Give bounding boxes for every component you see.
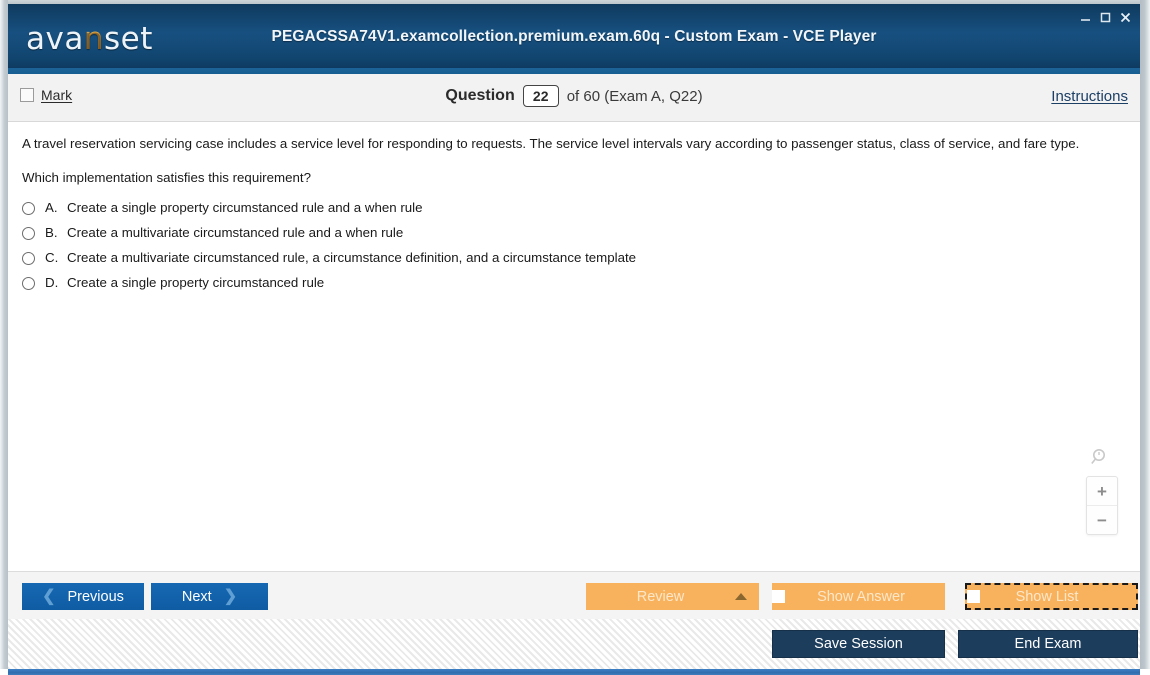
chevron-up-icon bbox=[735, 593, 747, 600]
zoom-in-button[interactable]: + bbox=[1087, 477, 1117, 505]
close-icon[interactable] bbox=[1116, 8, 1134, 26]
review-button-label: Review bbox=[636, 588, 685, 605]
window-frame-bottom bbox=[8, 669, 1140, 675]
vce-player-window: avanset PEGACSSA74V1.examcollection.prem… bbox=[0, 0, 1150, 675]
question-stem: A travel reservation servicing case incl… bbox=[22, 136, 1080, 151]
show-answer-button[interactable]: Show Answer bbox=[772, 583, 945, 610]
title-bar: avanset PEGACSSA74V1.examcollection.prem… bbox=[8, 4, 1140, 68]
review-button[interactable]: Review bbox=[586, 583, 759, 610]
show-list-button[interactable]: Show List bbox=[965, 583, 1138, 610]
answer-option-a[interactable]: A. Create a single property circumstance… bbox=[22, 200, 1114, 215]
question-content-area: A travel reservation servicing case incl… bbox=[8, 122, 1140, 571]
answer-options-list: A. Create a single property circumstance… bbox=[22, 200, 1114, 290]
option-letter-d: D. bbox=[45, 274, 59, 290]
question-header-bar: Mark Question 22 of 60 (Exam A, Q22) Ins… bbox=[8, 74, 1140, 122]
answer-option-d[interactable]: D. Create a single property circumstance… bbox=[22, 275, 1114, 290]
show-list-label: Show List bbox=[1015, 588, 1079, 605]
radio-button-b[interactable] bbox=[22, 226, 35, 240]
window-controls bbox=[1076, 8, 1134, 26]
option-letter-b: B. bbox=[45, 224, 58, 240]
question-number-input[interactable]: 22 bbox=[522, 85, 559, 107]
zoom-controls: + − bbox=[1086, 476, 1118, 535]
next-button-label: Next bbox=[181, 588, 212, 605]
zoom-out-button[interactable]: − bbox=[1087, 505, 1117, 534]
footer-bar: Save Session End Exam bbox=[8, 619, 1140, 669]
end-exam-button[interactable]: End Exam bbox=[958, 630, 1138, 658]
zoom-widget: + − bbox=[1084, 443, 1118, 535]
previous-button-label: Previous bbox=[67, 588, 124, 605]
window-frame-left bbox=[0, 0, 8, 669]
question-body: A travel reservation servicing case incl… bbox=[8, 122, 1128, 300]
radio-button-d[interactable] bbox=[22, 276, 35, 290]
window-title: PEGACSSA74V1.examcollection.premium.exam… bbox=[271, 28, 877, 45]
show-answer-checkbox[interactable] bbox=[772, 590, 785, 603]
minimize-icon[interactable] bbox=[1076, 8, 1094, 26]
question-total-label: of 60 (Exam A, Q22) bbox=[566, 87, 703, 105]
question-prompt: Which implementation satisfies this requ… bbox=[22, 169, 311, 185]
next-button[interactable]: Next ❯ bbox=[151, 583, 268, 610]
action-toolbar: ❮ Previous Next ❯ Review Show Answer Sho… bbox=[8, 571, 1140, 619]
question-counter: Question 22 of 60 (Exam A, Q22) bbox=[8, 85, 1140, 107]
option-text-a: Create a single property circumstanced r… bbox=[67, 199, 423, 215]
option-text-d: Create a single property circumstanced r… bbox=[67, 274, 325, 290]
option-text-c: Create a multivariate circumstanced rule… bbox=[67, 249, 637, 265]
chevron-left-icon: ❮ bbox=[42, 587, 56, 605]
save-session-button[interactable]: Save Session bbox=[772, 630, 945, 658]
answer-option-c[interactable]: C. Create a multivariate circumstanced r… bbox=[22, 250, 1114, 265]
answer-option-b[interactable]: B. Create a multivariate circumstanced r… bbox=[22, 225, 1114, 240]
question-word-label: Question bbox=[445, 87, 515, 104]
option-text-b: Create a multivariate circumstanced rule… bbox=[67, 224, 404, 240]
option-letter-c: C. bbox=[45, 249, 59, 265]
previous-button[interactable]: ❮ Previous bbox=[22, 583, 144, 610]
show-list-checkbox[interactable] bbox=[967, 590, 980, 603]
option-letter-a: A. bbox=[45, 199, 58, 215]
chevron-right-icon: ❯ bbox=[223, 587, 238, 605]
magnifier-icon[interactable] bbox=[1084, 443, 1118, 473]
radio-button-c[interactable] bbox=[22, 251, 35, 265]
window-frame-right bbox=[1140, 0, 1150, 669]
maximize-icon[interactable] bbox=[1096, 8, 1114, 26]
show-answer-label: Show Answer bbox=[817, 588, 905, 605]
instructions-link[interactable]: Instructions bbox=[1051, 88, 1128, 105]
radio-button-a[interactable] bbox=[22, 201, 35, 215]
